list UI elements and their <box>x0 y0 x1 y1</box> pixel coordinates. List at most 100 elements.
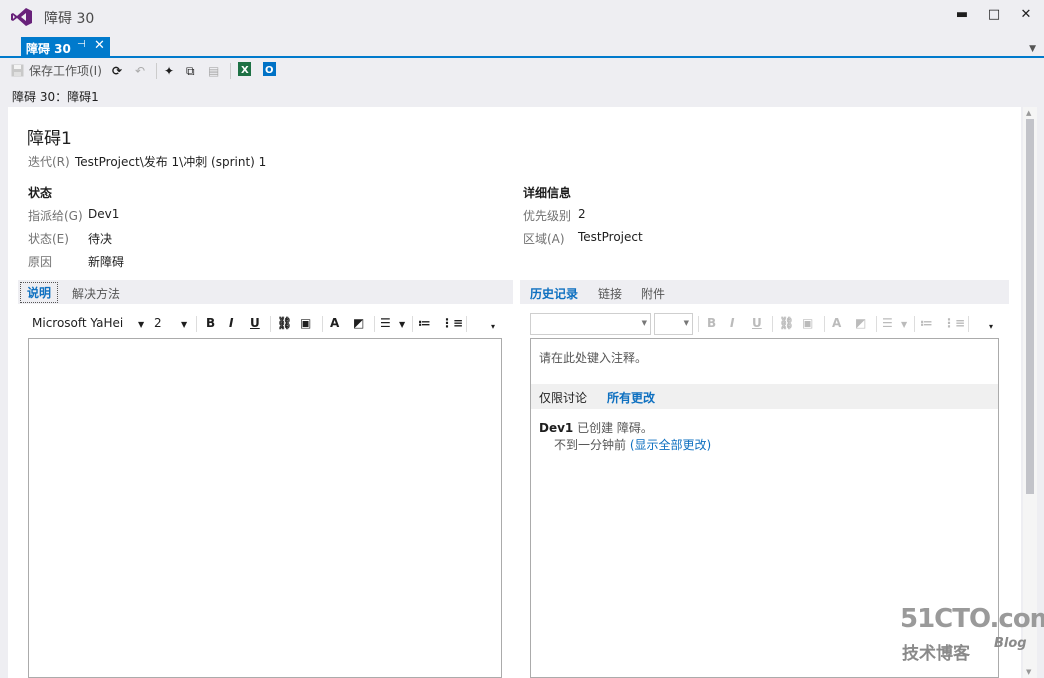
close-button[interactable]: ✕ <box>1014 6 1038 24</box>
new-linked-item-icon[interactable]: ✦ <box>164 62 174 80</box>
minimize-button[interactable]: ▬ <box>950 6 974 24</box>
tab-history[interactable]: 历史记录 <box>530 285 578 302</box>
document-tab-label: 障碍 30 <box>26 42 71 56</box>
pin-icon[interactable]: ⊣ <box>77 39 86 50</box>
show-all-changes-link[interactable]: (显示全部更改) <box>630 438 711 452</box>
font-family-combo[interactable]: ▼ <box>530 313 651 335</box>
bullet-list-icon[interactable]: ≔ <box>418 316 431 330</box>
tab-close-icon[interactable]: ✕ <box>94 38 105 53</box>
assigned-to-label: 指派给(G) <box>28 209 83 223</box>
assigned-to-value[interactable]: Dev1 <box>88 207 119 221</box>
align-icon[interactable]: ☰ <box>380 316 391 330</box>
align-dropdown-icon[interactable]: ▼ <box>399 320 405 329</box>
comment-input[interactable]: 请在此处键入注释。 <box>531 339 998 384</box>
comment-toolbar-overflow-icon[interactable]: ▾ <box>989 322 993 331</box>
undo-icon[interactable]: ↶ <box>135 62 145 80</box>
watermark: 51CTO.com 技术博客 Blog <box>900 604 1044 664</box>
history-entry-action: 已创建 障碍。 <box>577 421 653 435</box>
watermark-subtitle: 技术博客 <box>902 644 970 664</box>
toolbar-overflow-icon[interactable]: ▾ <box>491 322 495 331</box>
save-work-item-button[interactable]: 保存工作项(I) <box>29 62 102 80</box>
font-color-icon[interactable]: A <box>330 316 339 330</box>
document-tab-bar: 障碍 30 ⊣ ✕ ▼ <box>0 34 1044 58</box>
project-icon[interactable]: O <box>263 62 276 80</box>
history-entry: Dev1 已创建 障碍。 <box>539 419 653 436</box>
status-section-header: 状态 <box>28 186 53 200</box>
reason-value[interactable]: 新障碍 <box>88 253 124 270</box>
refresh-icon[interactable]: ⟳ <box>112 62 122 80</box>
comment-underline-icon[interactable]: U <box>752 316 762 330</box>
state-value[interactable]: 待决 <box>88 230 112 247</box>
iteration-value[interactable]: TestProject\发布 1\冲刺 (sprint) 1 <box>75 153 266 170</box>
title-bar: 障碍 30 ▬ □ ✕ <box>0 0 1044 34</box>
watermark-site: 51CTO.com <box>900 604 1044 634</box>
scroll-down-icon[interactable]: ▼ <box>1026 668 1031 676</box>
description-editor[interactable] <box>28 338 502 678</box>
form-scrollbar[interactable]: ▲ ▼ <box>1023 107 1037 678</box>
history-entry-user: Dev1 <box>539 421 574 435</box>
filter-discussion-only[interactable]: 仅限讨论 <box>539 389 587 406</box>
work-item-form: 障碍1 迭代(R) TestProject\发布 1\冲刺 (sprint) 1… <box>8 107 1021 678</box>
highlight-icon[interactable]: ◩ <box>353 316 364 330</box>
bold-icon[interactable]: B <box>206 316 215 330</box>
priority-label: 优先级别 <box>523 209 572 223</box>
numbered-list-icon[interactable]: ⋮≡ <box>441 316 463 330</box>
window-title: 障碍 30 <box>44 11 95 27</box>
underline-icon[interactable]: U <box>250 316 260 330</box>
scrollbar-thumb[interactable] <box>1026 119 1034 494</box>
font-size-select[interactable]: 2 <box>154 316 162 330</box>
save-icon <box>11 62 24 80</box>
email-icon[interactable]: ▤ <box>208 62 219 80</box>
tab-description[interactable]: 说明 <box>20 282 59 303</box>
maximize-button[interactable]: □ <box>982 6 1006 24</box>
comment-placeholder: 请在此处键入注释。 <box>539 351 648 365</box>
history-entry-meta: 不到一分钟前 (显示全部更改) <box>554 436 711 453</box>
tab-attachments[interactable]: 附件 <box>641 285 665 302</box>
area-label: 区域(A) <box>523 232 565 246</box>
size-dropdown-icon[interactable]: ▼ <box>181 320 187 329</box>
comment-hyperlink-icon[interactable]: ⛓ <box>779 316 794 330</box>
visual-studio-logo-icon <box>11 8 32 26</box>
description-editor-toolbar: Microsoft YaHei ▼ 2 ▼ B I U ⛓ ▣ A ◩ ☰ ▼ … <box>28 312 510 336</box>
filter-all-changes[interactable]: 所有更改 <box>607 389 655 406</box>
comment-italic-icon[interactable]: I <box>730 316 734 330</box>
left-tab-strip: 说明 解决方法 <box>18 280 513 304</box>
tab-dropdown-icon[interactable]: ▼ <box>1029 44 1036 54</box>
copy-icon[interactable]: ⧉ <box>186 62 195 80</box>
comment-bold-icon[interactable]: B <box>707 316 716 330</box>
scroll-up-icon[interactable]: ▲ <box>1026 109 1031 117</box>
hyperlink-icon[interactable]: ⛓ <box>277 316 292 330</box>
toolbar: 保存工作项(I) ⟳ ↶ ✦ ⧉ ▤ X O <box>0 60 1044 82</box>
font-dropdown-icon[interactable]: ▼ <box>138 320 144 329</box>
breadcrumb: 障碍 30：障碍1 <box>12 90 99 104</box>
comment-editor-toolbar: ▼ ▼ B I U ⛓ ▣ A ◩ ☰ ▼ ≔ ⋮≡ ▾ <box>530 312 1006 336</box>
reason-label: 原因 <box>28 255 53 269</box>
document-tab[interactable]: 障碍 30 ⊣ ✕ <box>21 37 110 58</box>
watermark-blog: Blog <box>994 636 1027 651</box>
image-icon[interactable]: ▣ <box>300 316 311 330</box>
font-size-combo[interactable]: ▼ <box>654 313 693 335</box>
priority-value[interactable]: 2 <box>578 207 586 221</box>
excel-icon[interactable]: X <box>238 62 251 80</box>
svg-text:X: X <box>241 65 249 76</box>
state-label: 状态(E) <box>28 232 69 246</box>
comment-numbered-list-icon[interactable]: ⋮≡ <box>943 316 965 330</box>
work-item-title[interactable]: 障碍1 <box>27 124 72 149</box>
tab-resolution[interactable]: 解决方法 <box>72 285 120 302</box>
comment-highlight-icon[interactable]: ◩ <box>855 316 866 330</box>
comment-align-icon[interactable]: ☰ <box>882 316 893 330</box>
italic-icon[interactable]: I <box>229 316 233 330</box>
svg-text:O: O <box>265 65 274 76</box>
details-section-header: 详细信息 <box>523 186 572 200</box>
comment-align-dropdown-icon[interactable]: ▼ <box>901 320 907 329</box>
history-filter-bar: 仅限讨论 所有更改 <box>531 384 998 409</box>
comment-image-icon[interactable]: ▣ <box>802 316 813 330</box>
comment-bullet-list-icon[interactable]: ≔ <box>920 316 933 330</box>
history-entry-time: 不到一分钟前 <box>554 438 627 452</box>
right-tab-strip: 历史记录 链接 附件 <box>520 280 1009 304</box>
font-family-select[interactable]: Microsoft YaHei <box>32 316 123 330</box>
iteration-label: 迭代(R) <box>28 155 70 169</box>
area-value[interactable]: TestProject <box>578 230 643 244</box>
tab-links[interactable]: 链接 <box>598 285 622 302</box>
comment-font-color-icon[interactable]: A <box>832 316 841 330</box>
